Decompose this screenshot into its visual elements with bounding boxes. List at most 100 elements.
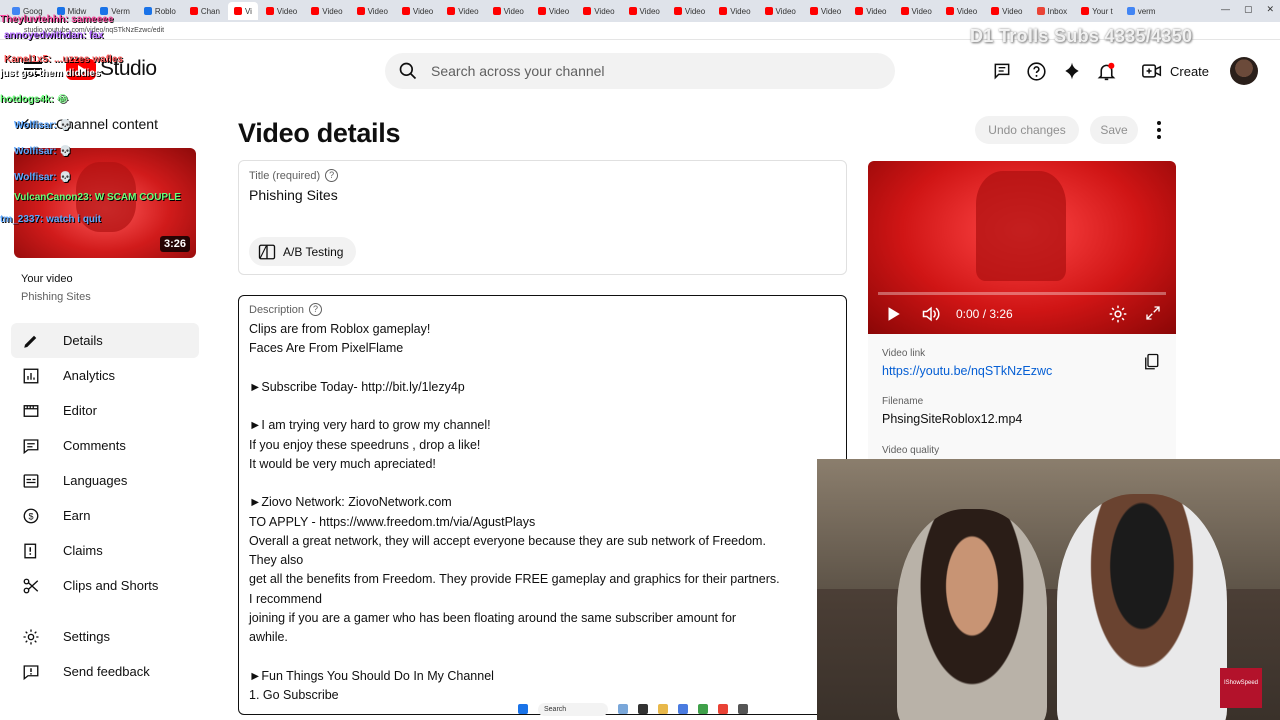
create-button[interactable]: Create bbox=[1136, 58, 1215, 84]
ab-testing-label: A/B Testing bbox=[283, 244, 344, 259]
chrome-icon[interactable] bbox=[718, 704, 728, 714]
video-camera-plus-icon bbox=[1142, 64, 1162, 78]
browser-tab[interactable]: Video bbox=[940, 2, 983, 20]
undo-changes-button[interactable]: Undo changes bbox=[975, 116, 1079, 144]
sidebar-item-details[interactable]: Details bbox=[11, 323, 199, 358]
save-button[interactable]: Save bbox=[1090, 116, 1138, 144]
search-input[interactable] bbox=[431, 63, 851, 79]
browser-tab[interactable]: Video bbox=[713, 2, 756, 20]
sidebar-item-label: Clips and Shorts bbox=[63, 578, 159, 593]
video-link[interactable]: https://youtu.be/nqSTkNzEzwc bbox=[882, 364, 1052, 378]
tab-label: Video bbox=[458, 6, 479, 16]
taskbar-app-icon[interactable] bbox=[638, 704, 648, 714]
minimize-icon[interactable]: — bbox=[1221, 4, 1230, 15]
tab-favicon-icon bbox=[719, 7, 728, 15]
notifications-bell-icon[interactable] bbox=[1095, 59, 1118, 83]
close-window-icon[interactable]: ✕ bbox=[1266, 4, 1274, 15]
browser-tab[interactable]: verm bbox=[1121, 2, 1162, 20]
browser-tab[interactable]: Video bbox=[532, 2, 575, 20]
video-preview-player[interactable]: 0:00 / 3:26 bbox=[868, 161, 1176, 334]
browser-tab[interactable]: Video bbox=[895, 2, 938, 20]
tab-favicon-icon bbox=[855, 7, 864, 15]
languages-icon bbox=[21, 471, 41, 491]
taskbar-app-icon[interactable] bbox=[738, 704, 748, 714]
description-line: ►Subscribe Today- http://bit.ly/1lezy4p bbox=[249, 379, 465, 394]
tab-label: Video bbox=[775, 6, 796, 16]
tab-favicon-icon bbox=[945, 7, 954, 15]
tab-favicon-icon bbox=[447, 7, 456, 15]
tab-favicon-icon bbox=[628, 7, 637, 15]
copy-icon[interactable] bbox=[1142, 352, 1160, 372]
sidebar-item-label: Earn bbox=[63, 508, 91, 523]
help-icon[interactable]: ? bbox=[325, 169, 339, 182]
browser-tab[interactable]: Your t bbox=[1075, 2, 1119, 20]
title-value[interactable]: Phishing Sites bbox=[249, 187, 338, 203]
ab-testing-button[interactable]: A/B Testing bbox=[249, 237, 357, 266]
description-field[interactable]: Description ? Clips are from Roblox game… bbox=[238, 295, 847, 715]
title-field[interactable]: Title (required) ? Phishing Sites A/B Te… bbox=[238, 160, 847, 275]
browser-tab[interactable]: Inbox bbox=[1031, 2, 1074, 20]
maximize-icon[interactable]: ▢ bbox=[1244, 4, 1253, 15]
sidebar-item-claims[interactable]: Claims bbox=[11, 533, 199, 568]
tab-favicon-icon bbox=[1126, 7, 1135, 15]
sidebar-item-clips-and-shorts[interactable]: Clips and Shorts bbox=[11, 568, 199, 603]
edge-icon[interactable] bbox=[698, 704, 708, 714]
sidebar-item-label: Languages bbox=[63, 473, 128, 488]
tab-label: Video bbox=[820, 6, 842, 16]
browser-tab[interactable]: Video bbox=[577, 2, 620, 20]
streamer-person-right bbox=[1057, 494, 1227, 720]
help-icon[interactable]: ? bbox=[309, 303, 323, 316]
volume-icon[interactable] bbox=[920, 304, 942, 324]
help-icon[interactable] bbox=[1025, 59, 1048, 83]
browser-tab[interactable]: Video bbox=[985, 2, 1028, 20]
description-line: Clips are from Roblox gameplay! bbox=[249, 322, 431, 336]
description-line bbox=[249, 359, 846, 378]
sidebar-item-label: Claims bbox=[63, 543, 103, 558]
browser-tab[interactable]: Video bbox=[396, 2, 439, 20]
sidebar-item-settings[interactable]: Settings bbox=[11, 619, 199, 654]
sidebar-item-earn[interactable]: $ Earn bbox=[11, 498, 199, 533]
browser-tab[interactable]: Video bbox=[623, 2, 666, 20]
windows-start-icon[interactable] bbox=[518, 704, 528, 714]
description-text[interactable]: Clips are from Roblox gameplay! Faces Are… bbox=[249, 320, 846, 705]
description-line: It would be very much apreciated! bbox=[249, 456, 436, 471]
taskbar-app-icon[interactable] bbox=[678, 704, 688, 714]
browser-tab[interactable]: Video bbox=[759, 2, 802, 20]
sidebar-item-send-feedback[interactable]: Send feedback bbox=[11, 654, 199, 689]
tab-label: Video bbox=[911, 6, 932, 16]
taskbar-search[interactable]: Search bbox=[538, 702, 608, 716]
title-field-label: Title (required) bbox=[249, 169, 321, 182]
taskbar-app-icon[interactable] bbox=[618, 704, 628, 714]
browser-tab[interactable]: Video bbox=[351, 2, 394, 20]
description-label: Description bbox=[249, 303, 305, 316]
fullscreen-icon[interactable] bbox=[1144, 304, 1162, 322]
account-avatar[interactable] bbox=[1230, 57, 1258, 85]
description-line: They also bbox=[249, 553, 304, 567]
channel-search-bar[interactable] bbox=[385, 53, 895, 89]
more-options-icon[interactable] bbox=[1150, 118, 1168, 142]
browser-tab[interactable]: Video bbox=[668, 2, 711, 20]
browser-tab[interactable]: Video bbox=[487, 2, 530, 20]
sidebar-item-comments[interactable]: Comments bbox=[11, 428, 199, 463]
play-icon[interactable] bbox=[884, 305, 902, 323]
sidebar-item-analytics[interactable]: Analytics bbox=[11, 358, 199, 393]
sparkle-icon[interactable] bbox=[1060, 59, 1083, 83]
folder-icon[interactable] bbox=[658, 704, 668, 714]
browser-tab[interactable]: Video bbox=[804, 2, 847, 20]
browser-tab[interactable]: Video bbox=[849, 2, 892, 20]
tab-label: Video bbox=[322, 6, 343, 16]
messages-icon[interactable] bbox=[990, 59, 1013, 83]
browser-tab[interactable]: Video bbox=[305, 2, 348, 20]
sidebar-item-languages[interactable]: Languages bbox=[11, 463, 199, 498]
sidebar-item-label: Comments bbox=[63, 438, 126, 453]
browser-tab[interactable]: Vi bbox=[227, 2, 258, 20]
browser-tab[interactable]: Video bbox=[441, 2, 484, 20]
tab-label: Video bbox=[594, 6, 615, 16]
sidebar-item-editor[interactable]: Editor bbox=[11, 393, 199, 428]
player-settings-gear-icon[interactable] bbox=[1108, 304, 1128, 324]
os-taskbar: Search bbox=[518, 700, 778, 718]
browser-tab[interactable]: Video bbox=[260, 2, 303, 20]
analytics-icon bbox=[21, 366, 41, 386]
header-actions: Create bbox=[990, 58, 1215, 84]
description-line: Overall a great network, they will accep… bbox=[249, 533, 766, 548]
